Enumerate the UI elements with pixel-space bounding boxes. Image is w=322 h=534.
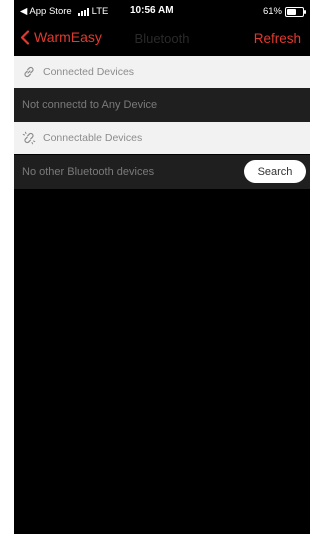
connected-devices-label: Connected Devices	[43, 66, 135, 78]
status-time: 10:56 AM	[130, 5, 174, 16]
link-icon	[24, 66, 34, 78]
refresh-button[interactable]: Refresh	[254, 31, 301, 46]
connected-status-text: Not connectd to Any Device	[22, 99, 158, 111]
status-left: ◀ App Store LTE	[20, 6, 108, 17]
navigation-bar: WarmEasy Bluetooth Refresh	[14, 22, 310, 56]
connectable-devices-label: Connectable Devices	[43, 132, 143, 144]
search-button[interactable]: Search	[244, 160, 306, 183]
network-type: LTE	[91, 6, 109, 17]
status-right: 61%	[262, 6, 306, 17]
broken-link-icon	[22, 131, 36, 145]
back-to-app-store-link[interactable]: ◀ App Store	[20, 6, 72, 17]
battery-percent: 61%	[262, 6, 282, 17]
battery-icon	[285, 6, 306, 17]
connectable-devices-header: Connectable Devices	[14, 122, 310, 154]
app-screen: ◀ App Store LTE 10:56 AM 61% WarmEasy Bl…	[14, 0, 310, 534]
connectable-devices-row: No other Bluetooth devices Search	[14, 155, 310, 189]
signal-icon	[77, 7, 89, 16]
connected-devices-header: Connected Devices	[14, 56, 310, 88]
connected-devices-row: Not connectd to Any Device	[14, 88, 310, 122]
connectable-status-text: No other Bluetooth devices	[22, 166, 155, 178]
status-bar: ◀ App Store LTE 10:56 AM 61%	[14, 0, 310, 22]
